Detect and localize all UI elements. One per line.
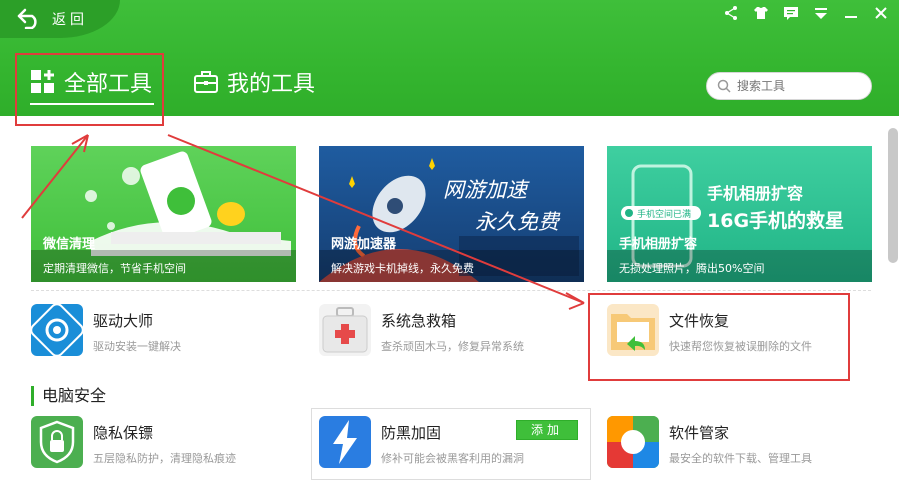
search-box[interactable] <box>706 72 872 100</box>
gear-icon <box>31 304 83 356</box>
banner-art-tag: 手机空间已满 <box>637 210 692 220</box>
divider <box>31 290 871 291</box>
tool-name: 防黑加固 <box>381 424 442 442</box>
software-manager-icon <box>607 416 659 468</box>
menu-icon[interactable] <box>813 5 829 21</box>
minimize-icon[interactable] <box>843 5 859 21</box>
tab-my-tools-label: 我的工具 <box>227 72 316 97</box>
tool-name: 隐私保镖 <box>93 424 154 442</box>
banner-wechat-clean[interactable]: 微信清理 定期清理微信，节省手机空间 <box>31 146 296 282</box>
banner-art-text-2: 永久免费 <box>475 210 559 234</box>
tool-desc: 查杀顽固木马，修复异常系统 <box>381 340 524 353</box>
annotation-box-file-recovery <box>588 293 850 381</box>
tab-my-tools[interactable]: 我的工具 <box>193 62 315 102</box>
skin-icon[interactable] <box>753 5 769 21</box>
tool-name: 软件管家 <box>669 424 730 442</box>
share-icon[interactable] <box>723 5 739 21</box>
add-button[interactable]: 添加 <box>516 420 578 440</box>
tool-name: 系统急救箱 <box>381 312 457 330</box>
back-label: 返回 <box>52 12 88 28</box>
window-controls <box>723 5 889 21</box>
search-icon <box>717 79 731 93</box>
tool-desc: 驱动安装一键解决 <box>93 340 181 353</box>
scrollbar[interactable] <box>888 128 898 263</box>
lightning-icon <box>319 416 371 468</box>
annotation-box-tabs <box>15 53 164 126</box>
section-title: 电脑安全 <box>31 386 106 406</box>
tool-desc: 最安全的软件下载、管理工具 <box>669 452 812 465</box>
tool-name: 驱动大师 <box>93 312 154 330</box>
banner-album-expand[interactable]: 手机空间已满 手机相册扩容 16G手机的救星 手机相册扩容 无损处理照片，腾出5… <box>607 146 872 282</box>
close-icon[interactable] <box>873 5 889 21</box>
banner-game-accelerator[interactable]: 网游加速 永久免费 网游加速器 解决游戏卡机掉线，永久免费 <box>319 146 584 282</box>
banner-title: 网游加速器 <box>331 237 397 252</box>
toolbox-icon <box>194 71 218 93</box>
banner-art-text-2: 16G手机的救星 <box>707 210 845 232</box>
back-arrow-icon <box>17 8 37 29</box>
tool-software-manager[interactable]: 软件管家 最安全的软件下载、管理工具 <box>607 416 877 476</box>
banner-subtitle: 定期清理微信，节省手机空间 <box>43 262 186 275</box>
feedback-icon[interactable] <box>783 5 799 21</box>
tool-desc: 修补可能会被黑客利用的漏洞 <box>381 452 524 465</box>
banner-title: 微信清理 <box>43 237 96 252</box>
banner-title: 手机相册扩容 <box>619 237 698 252</box>
tool-privacy-guard[interactable]: 隐私保镖 五层隐私防护，清理隐私痕迹 <box>31 416 301 476</box>
banner-subtitle: 解决游戏卡机掉线，永久免费 <box>331 262 474 275</box>
search-input[interactable] <box>737 79 857 93</box>
shield-lock-icon <box>31 416 83 468</box>
banner-art-text-1: 网游加速 <box>443 178 527 202</box>
banner-subtitle: 无损处理照片，腾出50%空间 <box>619 262 765 275</box>
first-aid-kit-icon <box>319 304 371 356</box>
tool-desc: 五层隐私防护，清理隐私痕迹 <box>93 452 236 465</box>
back-button[interactable]: 返回 <box>0 0 120 38</box>
tool-system-rescue[interactable]: 系统急救箱 查杀顽固木马，修复异常系统 <box>319 304 589 364</box>
tool-driver-master[interactable]: 驱动大师 驱动安装一键解决 <box>31 304 301 364</box>
banner-art-text-1: 手机相册扩容 <box>707 184 804 203</box>
